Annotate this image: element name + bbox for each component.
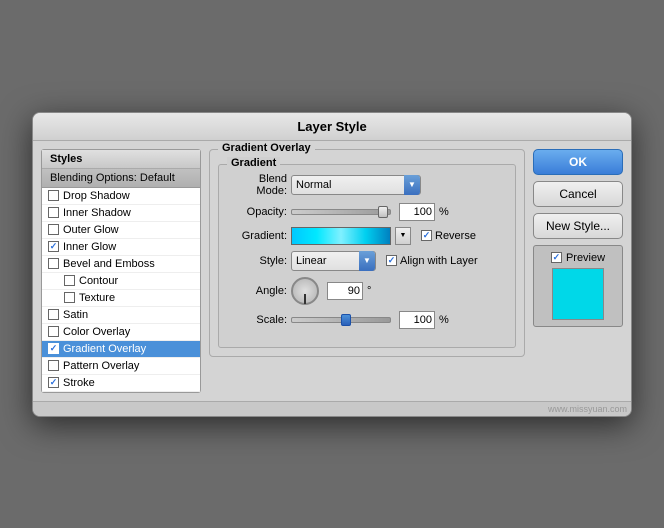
ok-button[interactable]: OK (533, 149, 623, 175)
sidebar-item-texture[interactable]: Texture (42, 290, 200, 307)
preview-label-row: Preview (551, 252, 605, 264)
opacity-row: Opacity: % (227, 203, 507, 221)
reverse-label: Reverse (435, 230, 476, 242)
inner-glow-label: Inner Glow (63, 241, 116, 253)
sidebar-item-gradient-overlay[interactable]: Gradient Overlay (42, 341, 200, 358)
sidebar-item-contour[interactable]: Contour (42, 273, 200, 290)
blend-mode-arrow[interactable]: ▼ (404, 175, 420, 195)
gradient-overlay-label: Gradient Overlay (63, 343, 146, 355)
opacity-label: Opacity: (227, 206, 287, 218)
reverse-checkbox[interactable] (421, 230, 432, 241)
gradient-swatch[interactable] (291, 227, 391, 245)
stroke-label: Stroke (63, 377, 95, 389)
gradient-overlay-group: Gradient Overlay Gradient Blend Mode: No… (209, 149, 525, 357)
stroke-checkbox[interactable] (48, 377, 59, 388)
sidebar-item-drop-shadow[interactable]: Drop Shadow (42, 188, 200, 205)
angle-dial[interactable] (291, 277, 319, 305)
sidebar-item-color-overlay[interactable]: Color Overlay (42, 324, 200, 341)
dialog-title: Layer Style (33, 113, 631, 141)
gradient-overlay-checkbox[interactable] (48, 343, 59, 354)
preview-area: Preview (533, 245, 623, 327)
blend-mode-label: Blend Mode: (227, 173, 287, 197)
drop-shadow-label: Drop Shadow (63, 190, 130, 202)
watermark: www.missyuan.com (33, 402, 631, 416)
styles-header: Styles (42, 150, 200, 169)
satin-label: Satin (63, 309, 88, 321)
gradient-inner-label: Gradient (227, 157, 280, 169)
sidebar-item-inner-glow[interactable]: Inner Glow (42, 239, 200, 256)
contour-label: Contour (79, 275, 118, 287)
blending-options[interactable]: Blending Options: Default (42, 169, 200, 188)
new-style-button[interactable]: New Style... (533, 213, 623, 239)
bevel-emboss-checkbox[interactable] (48, 258, 59, 269)
sidebar-item-stroke[interactable]: Stroke (42, 375, 200, 392)
gradient-label: Gradient: (227, 230, 287, 242)
color-overlay-checkbox[interactable] (48, 326, 59, 337)
inner-shadow-checkbox[interactable] (48, 207, 59, 218)
style-value: Linear (296, 255, 327, 267)
align-checkbox[interactable] (386, 255, 397, 266)
opacity-unit: % (439, 206, 451, 218)
sidebar-item-inner-shadow[interactable]: Inner Shadow (42, 205, 200, 222)
style-arrow[interactable]: ▼ (359, 251, 375, 271)
scale-unit: % (439, 314, 451, 326)
opacity-input[interactable] (399, 203, 435, 221)
sidebar-item-bevel-emboss[interactable]: Bevel and Emboss (42, 256, 200, 273)
color-overlay-label: Color Overlay (63, 326, 130, 338)
texture-label: Texture (79, 292, 115, 304)
inner-shadow-label: Inner Shadow (63, 207, 131, 219)
right-panel: OK Cancel New Style... Preview (533, 149, 623, 393)
preview-label: Preview (566, 252, 605, 264)
align-label: Align with Layer (400, 255, 478, 267)
scale-input[interactable] (399, 311, 435, 329)
sidebar-item-pattern-overlay[interactable]: Pattern Overlay (42, 358, 200, 375)
scale-label: Scale: (227, 314, 287, 326)
texture-checkbox[interactable] (64, 292, 75, 303)
style-label: Style: (227, 255, 287, 267)
sidebar-item-satin[interactable]: Satin (42, 307, 200, 324)
angle-unit: ° (367, 285, 379, 297)
gradient-swatch-arrow[interactable]: ▼ (395, 227, 411, 245)
center-panel: Gradient Overlay Gradient Blend Mode: No… (209, 149, 525, 393)
satin-checkbox[interactable] (48, 309, 59, 320)
opacity-thumb[interactable] (378, 206, 388, 218)
drop-shadow-checkbox[interactable] (48, 190, 59, 201)
scale-row: Scale: % (227, 311, 507, 329)
gradient-row: Gradient: ▼ Reverse (227, 227, 507, 245)
angle-row: Angle: ° (227, 277, 507, 305)
cancel-button[interactable]: Cancel (533, 181, 623, 207)
style-row: Style: Linear ▼ Align with Layer (227, 251, 507, 271)
pattern-overlay-checkbox[interactable] (48, 360, 59, 371)
scale-slider[interactable] (291, 317, 391, 323)
angle-label: Angle: (227, 285, 287, 297)
opacity-slider[interactable] (291, 209, 391, 215)
dialog-footer: www.missyuan.com (33, 401, 631, 416)
pattern-overlay-label: Pattern Overlay (63, 360, 139, 372)
angle-input[interactable] (327, 282, 363, 300)
contour-checkbox[interactable] (64, 275, 75, 286)
style-select[interactable]: Linear ▼ (291, 251, 376, 271)
left-panel: Styles Blending Options: Default Drop Sh… (41, 149, 201, 393)
preview-checkbox[interactable] (551, 252, 562, 263)
sidebar-item-outer-glow[interactable]: Outer Glow (42, 222, 200, 239)
align-row: Align with Layer (386, 255, 478, 267)
outer-glow-checkbox[interactable] (48, 224, 59, 235)
gradient-overlay-group-label: Gradient Overlay (218, 142, 315, 154)
scale-thumb[interactable] (341, 314, 351, 326)
blend-mode-row: Blend Mode: Normal ▼ (227, 173, 507, 197)
outer-glow-label: Outer Glow (63, 224, 119, 236)
layer-style-dialog: Layer Style Styles Blending Options: Def… (32, 112, 632, 417)
bevel-emboss-label: Bevel and Emboss (63, 258, 155, 270)
blend-mode-select[interactable]: Normal ▼ (291, 175, 421, 195)
preview-swatch (552, 268, 604, 320)
gradient-inner-group: Gradient Blend Mode: Normal ▼ Opacity: (218, 164, 516, 348)
blend-mode-value: Normal (296, 179, 331, 191)
reverse-row: Reverse (421, 230, 476, 242)
inner-glow-checkbox[interactable] (48, 241, 59, 252)
